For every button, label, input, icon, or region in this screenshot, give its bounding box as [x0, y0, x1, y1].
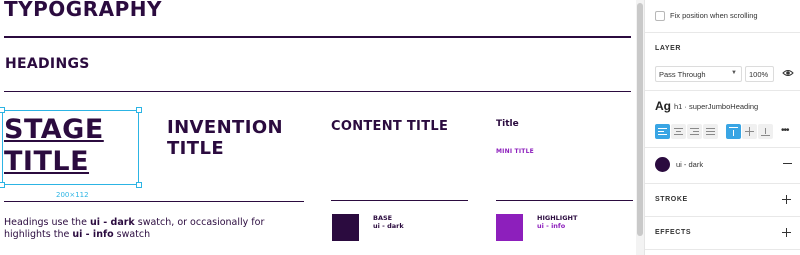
align-right-icon[interactable] [687, 124, 702, 139]
page-title: TYPOGRAPHY [4, 0, 162, 21]
section-title: HEADINGS [5, 56, 90, 72]
divider [645, 249, 800, 250]
resize-handle[interactable] [136, 182, 142, 188]
content-title-sample[interactable]: CONTENT TITLE [331, 119, 451, 135]
scrollbar-thumb[interactable] [637, 3, 643, 236]
description-swatch-info: ui - info [72, 229, 114, 240]
divider [645, 216, 800, 217]
divider [645, 147, 800, 148]
title-sample[interactable]: Title [496, 119, 519, 129]
minus-icon[interactable] [783, 163, 792, 164]
resize-handle[interactable] [136, 107, 142, 113]
divider [4, 36, 631, 38]
align-left-icon[interactable] [655, 124, 670, 139]
plus-icon[interactable] [782, 228, 791, 237]
blend-mode-value: Pass Through [659, 70, 706, 79]
fix-position-label[interactable]: Fix position when scrolling [670, 11, 758, 20]
properties-panel: Fix position when scrolling LAYER Pass T… [644, 0, 800, 255]
blend-mode-select[interactable]: Pass Through ▼ [655, 66, 742, 82]
base-swatch-value: ui - dark [373, 222, 404, 230]
chevron-down-icon: ▼ [731, 70, 737, 76]
text-style-name[interactable]: h1 · superJumboHeading [674, 102, 758, 111]
divider [645, 90, 800, 91]
base-swatch-name: BASE [373, 214, 393, 222]
align-justify-icon[interactable] [703, 124, 718, 139]
headings-description: Headings use the ui - dark swatch, or oc… [4, 217, 304, 241]
opacity-input[interactable]: 100% [745, 66, 774, 82]
divider [4, 201, 304, 202]
align-center-icon[interactable] [671, 124, 686, 139]
divider [496, 200, 633, 201]
highlight-swatch-value: ui - info [537, 222, 566, 230]
divider [331, 200, 468, 201]
align-top-icon[interactable] [726, 124, 741, 139]
divider [4, 91, 631, 92]
canvas-scrollbar[interactable] [636, 0, 644, 255]
plus-icon[interactable] [782, 195, 791, 204]
stroke-section-title: STROKE [655, 196, 688, 203]
fill-style-name[interactable]: ui - dark [676, 160, 703, 169]
selection-box[interactable] [0, 107, 142, 188]
divider [645, 32, 800, 33]
resize-handle[interactable] [0, 182, 5, 188]
effects-section-title: EFFECTS [655, 229, 692, 236]
divider [645, 183, 800, 184]
checkbox-icon[interactable] [655, 11, 665, 21]
eye-icon[interactable] [782, 68, 794, 78]
text-style-glyph[interactable]: Ag [655, 99, 671, 113]
align-bottom-icon[interactable] [758, 124, 773, 139]
fill-color-swatch[interactable] [655, 157, 670, 172]
resize-handle[interactable] [0, 107, 5, 113]
base-swatch[interactable] [332, 214, 359, 241]
more-icon[interactable]: ••• [781, 125, 789, 136]
selection-size-label: 200×112 [56, 191, 89, 199]
description-text: swatch [113, 229, 151, 240]
description-text: Headings use the [4, 217, 90, 228]
description-swatch-dark: ui - dark [89, 217, 135, 228]
invention-title-sample[interactable]: INVENTION TITLE [167, 117, 307, 159]
align-middle-icon[interactable] [742, 124, 757, 139]
mini-title-sample[interactable]: MINI TITLE [496, 148, 534, 155]
layer-section-title: LAYER [655, 45, 682, 52]
design-canvas[interactable]: TYPOGRAPHY HEADINGS STAGE TITLE 200×112 … [0, 0, 643, 255]
highlight-swatch[interactable] [496, 214, 523, 241]
highlight-swatch-name: HIGHLIGHT [537, 214, 578, 222]
